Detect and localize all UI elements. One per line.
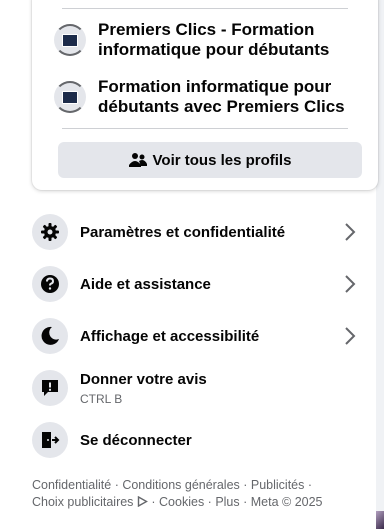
see-all-label: Voir tous les profils (152, 151, 292, 169)
profile-name: Formation informatique pour débutants av… (98, 77, 345, 116)
cookies-link[interactable]: Cookies (159, 495, 204, 509)
ad-choices-icon (137, 495, 148, 508)
feedback-label: Donner votre avis (80, 370, 207, 388)
account-dropdown-menu: Premiers Clics - Formation informatique … (18, 0, 378, 529)
profile-item-1[interactable]: Premiers Clics - Formation informatique … (54, 18, 366, 62)
ad-choices-link[interactable]: Choix publicitaires (32, 495, 148, 509)
menu-item-display[interactable]: Affichage et accessibilité (32, 314, 362, 358)
menu-item-settings[interactable]: Paramètres et confidentialité (32, 210, 362, 254)
display-label: Affichage et accessibilité (80, 327, 260, 345)
people-icon (128, 152, 147, 168)
profile-avatar (54, 24, 86, 56)
logout-label: Se déconnecter (80, 431, 192, 449)
feedback-icon (32, 370, 68, 406)
chevron-right-icon (338, 324, 362, 348)
chevron-right-icon (338, 272, 362, 296)
more-link[interactable]: Plus (215, 495, 239, 509)
logout-icon (32, 422, 68, 458)
divider (62, 8, 348, 9)
privacy-link[interactable]: Confidentialité (32, 478, 111, 492)
gear-icon (32, 214, 68, 250)
feedback-shortcut: CTRL B (80, 391, 123, 406)
profile-name: Premiers Clics - Formation informatique … (98, 20, 330, 59)
profiles-card: Premiers Clics - Formation informatique … (32, 0, 378, 190)
question-icon (32, 266, 68, 302)
help-label: Aide et assistance (80, 275, 211, 293)
meta-copyright: Meta © 2025 (250, 495, 323, 509)
menu-item-logout[interactable]: Se déconnecter (32, 418, 362, 462)
settings-label: Paramètres et confidentialité (80, 223, 286, 241)
chevron-right-icon (338, 220, 362, 244)
menu-item-feedback[interactable]: Donner votre avis CTRL B (32, 366, 362, 410)
divider (62, 128, 348, 129)
moon-icon (32, 318, 68, 354)
terms-link[interactable]: Conditions générales (122, 478, 239, 492)
footer-links: Confidentialité · Conditions générales ·… (32, 478, 323, 509)
see-all-profiles-button[interactable]: Voir tous les profils (58, 142, 362, 178)
ads-link[interactable]: Publicités (251, 478, 305, 492)
profile-avatar (54, 81, 86, 113)
profile-item-2[interactable]: Formation informatique pour débutants av… (54, 75, 366, 119)
menu-item-help[interactable]: Aide et assistance (32, 262, 362, 306)
